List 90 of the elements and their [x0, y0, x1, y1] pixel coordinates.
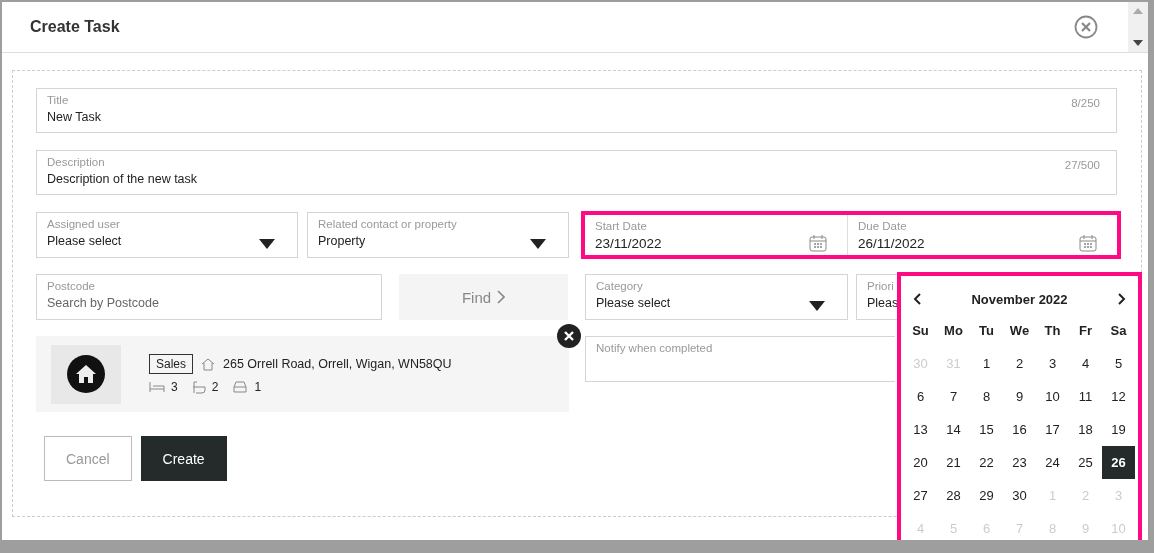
field-label: Start Date	[595, 220, 647, 232]
weekday-label: Mo	[943, 322, 964, 340]
field-label: Notify when completed	[596, 342, 713, 354]
next-month-button[interactable]	[1118, 293, 1126, 305]
calendar-day[interactable]: 22	[970, 446, 1003, 479]
house-icon	[67, 355, 105, 393]
create-button[interactable]: Create	[140, 436, 227, 481]
weekday-label: Th	[1043, 322, 1062, 340]
category-select[interactable]: Category Please select	[585, 274, 848, 320]
weekday-label: We	[1008, 322, 1031, 340]
caret-icon	[259, 239, 275, 249]
assigned-user-select[interactable]: Assigned user Please select	[36, 212, 298, 258]
remove-button[interactable]	[557, 324, 581, 348]
calendar-day[interactable]: 5	[1102, 347, 1135, 380]
month-title: November 2022	[971, 291, 1068, 307]
calendar-day[interactable]: 19	[1102, 413, 1135, 446]
calendar-day[interactable]: 28	[937, 479, 970, 512]
priority-select[interactable]: Priori Pleas	[856, 274, 897, 320]
bath-icon	[191, 380, 206, 394]
calendar-day[interactable]: 13	[904, 413, 937, 446]
calendar-day[interactable]: 21	[937, 446, 970, 479]
calendar-day[interactable]: 25	[1069, 446, 1102, 479]
calendar-day[interactable]: 26	[1102, 446, 1135, 479]
calendar-day[interactable]: 20	[904, 446, 937, 479]
field-label: Category	[596, 280, 643, 292]
close-button[interactable]	[1074, 15, 1098, 39]
field-value: 23/11/2022	[595, 236, 662, 251]
field-label: Due Date	[858, 220, 907, 232]
scrollbar[interactable]	[1128, 2, 1148, 52]
calendar-day[interactable]: 6	[904, 380, 937, 413]
calendar-day[interactable]: 10	[1036, 380, 1069, 413]
field-value: Please select	[47, 234, 122, 248]
calendar-day[interactable]: 8	[970, 380, 1003, 413]
calendar-day[interactable]: 12	[1102, 380, 1135, 413]
house-icon	[201, 357, 216, 371]
sale-type-tag: Sales	[149, 354, 194, 374]
field-label: Title	[47, 94, 69, 106]
calendar-icon	[809, 234, 827, 252]
calendar-day[interactable]: 7	[937, 380, 970, 413]
scroll-down-icon[interactable]	[1133, 40, 1143, 46]
calendar-day[interactable]: 4	[1069, 347, 1102, 380]
character-counter: 27/500	[1064, 159, 1100, 171]
property-address: 265 Orrell Road, Orrell, Wigan, WN58QU	[223, 357, 452, 371]
calendar-day[interactable]: 18	[1069, 413, 1102, 446]
title-field[interactable]: Title New Task 8/250	[36, 88, 1117, 133]
field-value: Pleas	[867, 296, 897, 310]
weekday-label: Fr	[1078, 322, 1093, 340]
character-counter: 8/250	[1071, 97, 1100, 109]
calendar-day[interactable]: 24	[1036, 446, 1069, 479]
caret-icon	[530, 239, 546, 249]
calendar-day[interactable]: 2	[1003, 347, 1036, 380]
calendar-day[interactable]: 3	[1036, 347, 1069, 380]
field-label: Description	[47, 156, 105, 168]
dialog-title: Create Task	[30, 18, 121, 36]
close-icon	[564, 331, 574, 341]
calendar-day[interactable]: 27	[904, 479, 937, 512]
related-contact-select[interactable]: Related contact or property Property	[307, 212, 569, 258]
bedroom-count: 3	[171, 380, 178, 394]
previous-month-button[interactable]	[913, 293, 921, 305]
field-label: Priori	[867, 280, 894, 292]
weekday-label: Sa	[1109, 322, 1128, 340]
description-field[interactable]: Description Description of the new task 27/500	[36, 150, 1117, 195]
weekday-label: Su	[911, 322, 930, 340]
calendar-day[interactable]: 29	[970, 479, 1003, 512]
caret-icon	[809, 301, 825, 311]
bed-icon	[149, 381, 165, 393]
bathroom-count: 2	[211, 380, 219, 394]
chevron-right-icon	[497, 290, 506, 304]
calendar-day[interactable]: 30	[1003, 479, 1036, 512]
field-value: New Task	[47, 110, 101, 124]
calendar-day[interactable]: 23	[1003, 446, 1036, 479]
calendar-icon	[1079, 234, 1097, 252]
car-icon	[232, 381, 249, 393]
calendar-day[interactable]: 17	[1036, 413, 1069, 446]
calendar-day[interactable]: 1	[970, 347, 1003, 380]
field-value: Property	[318, 234, 366, 248]
postcode-input[interactable]: Search by Postcode	[47, 296, 371, 310]
field-value: Description of the new task	[47, 172, 198, 186]
calendar-day[interactable]: 9	[1003, 380, 1036, 413]
field-value: Please select	[596, 296, 671, 310]
calendar-day[interactable]: 11	[1069, 380, 1102, 413]
calendar-day[interactable]: 15	[970, 413, 1003, 446]
calendar-day[interactable]: 14	[937, 413, 970, 446]
field-value: 26/11/2022	[858, 236, 925, 251]
field-label: Related contact or property	[318, 218, 457, 230]
field-label: Assigned user	[47, 218, 120, 230]
weekday-label: Tu	[978, 322, 995, 340]
parking-count: 1	[254, 380, 262, 394]
calendar-day[interactable]: 16	[1003, 413, 1036, 446]
field-label: Postcode	[47, 280, 95, 292]
